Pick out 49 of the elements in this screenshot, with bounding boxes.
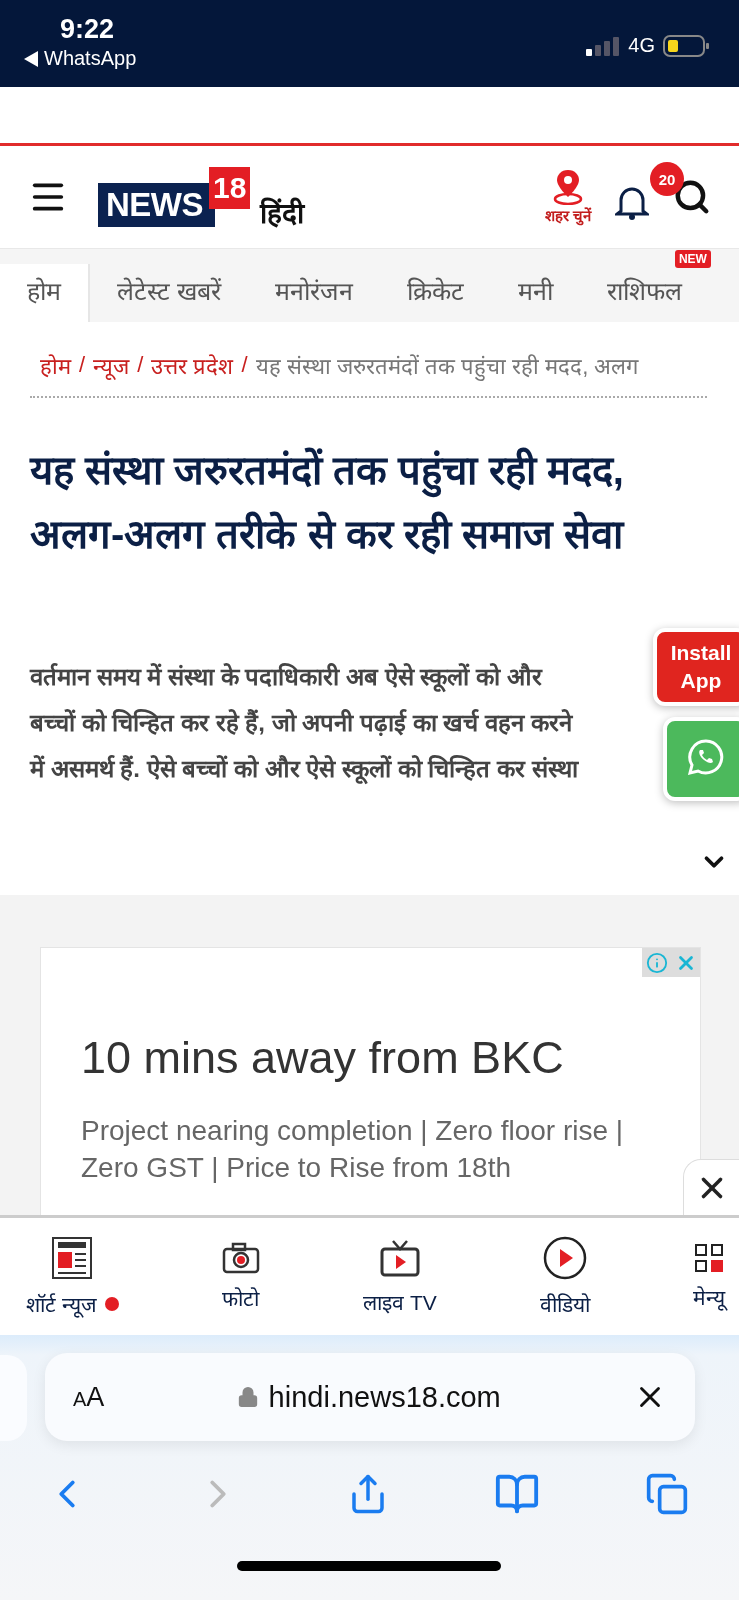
nav-tab[interactable]: लेटेस्ट खबरें — [90, 263, 248, 322]
nav-tab[interactable]: क्रिकेट — [379, 263, 491, 322]
address-bar[interactable]: AA hindi.news18.com — [45, 1353, 695, 1441]
bottom-nav-item[interactable]: शॉर्ट न्यूज — [26, 1235, 119, 1318]
breadcrumb-link[interactable]: होम — [40, 350, 71, 380]
logo-number: 18 — [209, 167, 251, 209]
signal-icon — [586, 35, 621, 56]
bottom-nav-item[interactable]: फोटो — [221, 1241, 260, 1312]
tabs-icon — [645, 1472, 689, 1516]
nav-label: वीडियो — [539, 1291, 590, 1318]
network-label: 4G — [628, 34, 655, 57]
breadcrumb-separator: / — [241, 352, 248, 378]
bottom-nav-item[interactable]: वीडियो — [539, 1235, 590, 1318]
nav-tab[interactable]: होम — [0, 263, 90, 322]
location-pin-icon — [552, 169, 583, 205]
breadcrumb-separator: / — [137, 352, 144, 378]
search-icon[interactable] — [673, 178, 711, 216]
nav-tab[interactable]: मनोरंजन — [247, 263, 380, 322]
bottom-nav-item[interactable]: लाइव TV — [363, 1237, 437, 1316]
back-to-app-link[interactable]: WhatsApp — [24, 47, 137, 70]
city-select-button[interactable]: शहर चुनें — [544, 169, 591, 225]
ad-description: Project nearing completion | Zero floor rise | Zero GST | Price to Rise from 18th — [81, 1114, 625, 1185]
article-paragraph: वर्तमान समय में संस्था के पदाधिकारी अब ऐसे स्कूलों को और बच्चों को चिन्हित कर रहे हैं, जो अपनी पढ़ाई का खर्च वहन करने में असमर्थ हैं. ऐसे बच्चों को और ऐसे स्कूलों को चिन्हित कर संस्था — [30, 662, 578, 786]
notification-count: 20 — [650, 162, 684, 196]
newspaper-icon — [51, 1235, 94, 1280]
tabs-button[interactable] — [645, 1472, 689, 1516]
battery-icon — [663, 34, 709, 57]
nav-label: फोटो — [222, 1285, 260, 1312]
logo-word: NEWS — [98, 183, 215, 227]
new-badge: NEW — [674, 249, 711, 268]
nav-tab[interactable]: मनी — [490, 263, 580, 322]
back-triangle-icon — [24, 50, 38, 67]
breadcrumb-link[interactable]: उत्तर प्रदेश — [151, 350, 234, 380]
close-ad-tab[interactable] — [683, 1159, 739, 1215]
grid-icon — [693, 1242, 724, 1273]
play-icon — [542, 1235, 587, 1280]
ad-headline: 10 mins away from BKC — [81, 1032, 565, 1084]
breadcrumb-title: यह संस्था जरुरतमंदों तक पहुंचा रही मदद, अलग — [255, 353, 639, 380]
lock-icon — [236, 1386, 259, 1408]
text-size-button[interactable]: AA — [73, 1381, 105, 1413]
info-icon — [645, 951, 668, 974]
nav-label: लाइव TV — [363, 1289, 437, 1316]
status-time: 9:22 — [60, 14, 115, 45]
breadcrumb-separator: / — [79, 352, 86, 378]
url-text: hindi.news18.com — [268, 1380, 501, 1414]
camera-icon — [221, 1241, 260, 1274]
nav-label: शॉर्ट न्यूज — [26, 1289, 119, 1318]
breadcrumb-link[interactable]: न्यूज — [93, 350, 130, 380]
article-headline: यह संस्था जरुरतमंदों तक पहुंचा रही मदद, अलग-अलग तरीके से कर रही समाज सेवा — [30, 446, 626, 558]
